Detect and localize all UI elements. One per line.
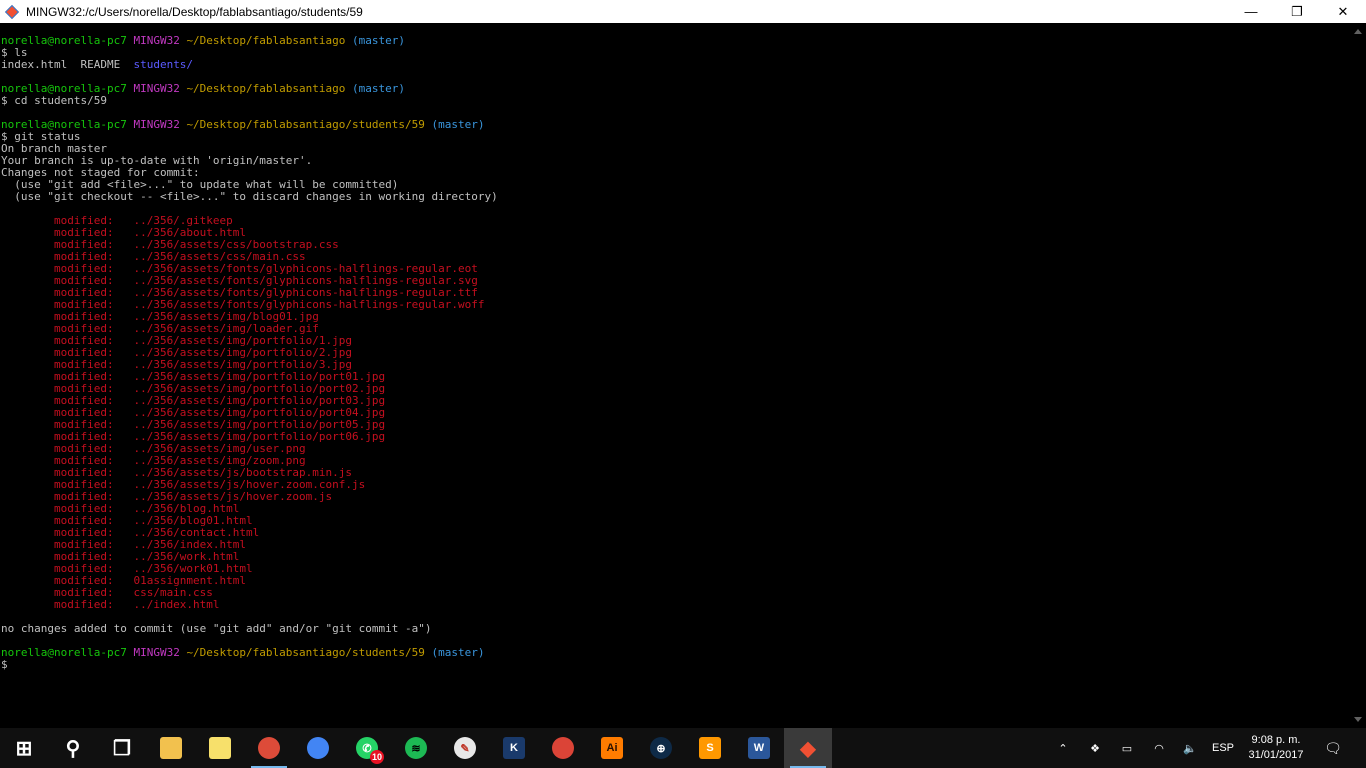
taskbar: ⌃ ❖ ▭ ◠ 🔈 ESP 9:08 p. m. 31/01/2017 🗨 ⊞ ⚲… — [0, 728, 1366, 768]
terminal-text: norella@norella-pc7 — [1, 646, 134, 659]
folder-icon — [160, 737, 182, 759]
terminal-text: (master) — [352, 34, 405, 47]
chrome-icon — [552, 737, 574, 759]
git-bash-icon: ◆ — [800, 737, 816, 760]
terminal-line: norella@norella-pc7 MINGW32 ~/Desktop/fa… — [1, 35, 405, 47]
chrome-profile-2-button[interactable] — [294, 728, 342, 768]
volume-icon: 🔈 — [1183, 742, 1197, 755]
terminal-text: ~/Desktop/fablabsantiago/students/59 — [186, 118, 432, 131]
whatsapp-button[interactable]: ✆ 10 — [343, 728, 391, 768]
battery-icon: ▭ — [1121, 742, 1133, 755]
word-button[interactable]: W — [735, 728, 783, 768]
terminal-text: MINGW32 — [133, 82, 187, 95]
windows-icon: ⊞ — [15, 737, 33, 760]
terminal-line: no changes added to commit (use "git add… — [1, 623, 431, 635]
terminal-line: norella@norella-pc7 MINGW32 ~/Desktop/fa… — [1, 647, 484, 659]
scroll-up-icon[interactable] — [1354, 29, 1362, 34]
terminal-text: $ — [1, 658, 8, 671]
chrome-profile-button[interactable] — [245, 728, 293, 768]
terminal-text: no changes added to commit (use "git add… — [1, 622, 432, 635]
chrome-button[interactable] — [539, 728, 587, 768]
notifications-icon: 🗨 — [1324, 739, 1342, 756]
terminal-text: (master) — [431, 118, 485, 131]
close-button[interactable]: ✕ — [1320, 0, 1366, 23]
window-title: MINGW32:/c/Users/norella/Desktop/fablabs… — [26, 4, 363, 19]
terminal-text: index.html README — [1, 58, 134, 71]
show-hidden-icons-button[interactable]: ⌃ — [1052, 728, 1074, 768]
terminal-text: $ cd students/59 — [1, 94, 107, 107]
terminal-output[interactable]: norella@norella-pc7 MINGW32 ~/Desktop/fa… — [0, 23, 1350, 728]
action-center-button[interactable]: 🗨 — [1318, 728, 1348, 768]
terminal-text: students/ — [133, 58, 194, 71]
spotify-button[interactable]: ≋ — [392, 728, 440, 768]
task-view-button[interactable]: ❐ — [98, 728, 146, 768]
file-explorer-button[interactable] — [147, 728, 195, 768]
wifi-icon: ◠ — [1154, 742, 1164, 755]
terminal-text: ~/Desktop/fablabsantiago — [186, 82, 353, 95]
terminal-line: $ — [1, 659, 8, 671]
clock-date: 31/01/2017 — [1248, 749, 1304, 761]
terminal-text: (master) — [431, 646, 485, 659]
sublime-text-button[interactable]: S — [686, 728, 734, 768]
illustrator-icon: Ai — [601, 737, 623, 759]
terminal-line: $ cd students/59 — [1, 95, 107, 107]
spotify-icon: ≋ — [405, 737, 427, 759]
sticky-notes-button[interactable] — [196, 728, 244, 768]
terminal-text: MINGW32 — [133, 34, 187, 47]
terminal-line: (use "git checkout -- <file>..." to disc… — [1, 190, 498, 203]
chrome-icon — [307, 737, 329, 759]
search-button[interactable]: ⚲ — [49, 728, 97, 768]
terminal-text: ~/Desktop/fablabsantiago/students/59 — [186, 646, 432, 659]
terminal-text: modified: ../index.html — [1, 598, 220, 611]
sticky-notes-icon — [209, 737, 231, 759]
globe-icon: ⊕ — [650, 737, 672, 759]
dropbox-tray-button[interactable]: ❖ — [1084, 728, 1106, 768]
language-label: ESP — [1211, 742, 1234, 754]
word-icon: W — [748, 737, 770, 759]
illustrator-button[interactable]: Ai — [588, 728, 636, 768]
clock-button[interactable]: 9:08 p. m. 31/01/2017 — [1240, 728, 1312, 768]
volume-tray-button[interactable]: 🔈 — [1178, 728, 1202, 768]
terminal-text: MINGW32 — [133, 646, 187, 659]
clock-time: 9:08 p. m. — [1251, 734, 1301, 746]
sublime-text-icon: S — [699, 737, 721, 759]
terminal-line: modified: ../index.html — [1, 599, 220, 611]
chevron-up-icon: ⌃ — [1058, 742, 1068, 755]
whatsapp-icon: ✆ 10 — [356, 737, 384, 764]
battery-tray-button[interactable]: ▭ — [1116, 728, 1138, 768]
paint-button[interactable]: ✎ — [441, 728, 489, 768]
task-view-icon: ❐ — [113, 737, 131, 760]
dropbox-icon: ❖ — [1090, 742, 1100, 755]
terminal-text: (use "git checkout -- <file>..." to disc… — [1, 190, 498, 203]
notification-badge: 10 — [370, 750, 384, 764]
terminal-text: (master) — [352, 82, 405, 95]
paint-icon: ✎ — [454, 737, 476, 759]
title-bar: MINGW32:/c/Users/norella/Desktop/fablabs… — [0, 0, 1366, 23]
window-controls: — ❐ ✕ — [1228, 0, 1366, 23]
terminal-text: ~/Desktop/fablabsantiago — [186, 34, 353, 47]
start-button[interactable]: ⊞ — [0, 728, 48, 768]
chrome-icon — [258, 737, 280, 759]
git-bash-button[interactable]: ◆ — [784, 728, 832, 768]
minimize-button[interactable]: — — [1228, 0, 1274, 23]
vertical-scrollbar[interactable] — [1350, 23, 1366, 728]
git-bash-icon — [4, 4, 20, 20]
kindle-icon: K — [503, 737, 525, 759]
network-app-button[interactable]: ⊕ — [637, 728, 685, 768]
terminal-line: index.html README students/ — [1, 59, 193, 71]
maximize-button[interactable]: ❐ — [1274, 0, 1320, 23]
kindle-button[interactable]: K — [490, 728, 538, 768]
input-language-button[interactable]: ESP — [1208, 728, 1238, 768]
scroll-down-icon[interactable] — [1354, 717, 1362, 722]
wifi-tray-button[interactable]: ◠ — [1148, 728, 1170, 768]
terminal-text: MINGW32 — [133, 118, 187, 131]
search-icon: ⚲ — [65, 737, 81, 760]
